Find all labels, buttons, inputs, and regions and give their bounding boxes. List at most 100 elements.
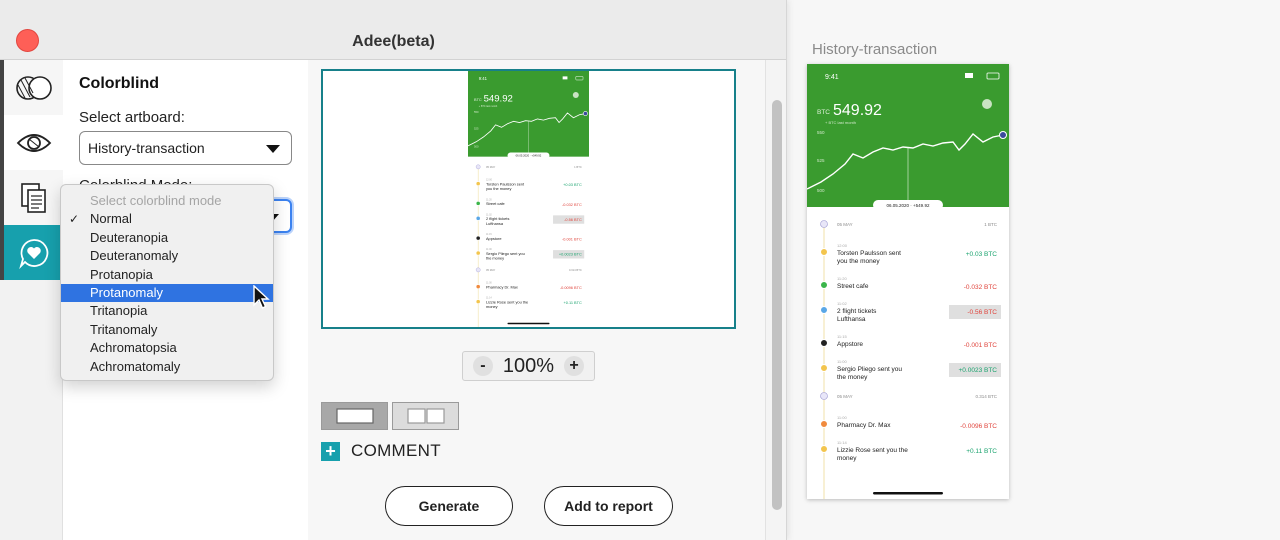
balance-amount: 549.92 xyxy=(833,102,882,119)
title-bar: Adee(beta) xyxy=(0,0,786,60)
chart-tooltip-label: 06.05.2020 · +549.92 xyxy=(516,154,542,158)
date-total: 0.314 BTC xyxy=(975,394,997,399)
status-time: 9:41 xyxy=(479,76,488,81)
transaction-title: Street cafe xyxy=(837,283,869,290)
zoom-in-button[interactable]: + xyxy=(564,356,585,376)
menu-option-label: Achromatomaly xyxy=(90,358,181,374)
home-indicator xyxy=(507,322,550,325)
date-total: 1 BTC xyxy=(984,222,998,227)
transaction-dot xyxy=(475,200,481,206)
transaction-title-2: the money xyxy=(837,374,868,381)
transaction-title-2: Lufthansa xyxy=(486,221,504,226)
menu-option-deuteranomaly[interactable]: Deuteranomaly xyxy=(61,247,273,265)
checkmark-icon: ✓ xyxy=(69,212,80,227)
transaction-dot xyxy=(820,364,828,372)
generate-button[interactable]: Generate xyxy=(385,486,513,526)
artboard-label: Select artboard: xyxy=(79,109,185,126)
menu-option-deuteranopia[interactable]: Deuteranopia xyxy=(61,229,273,247)
transaction-time: 11:00 xyxy=(837,359,847,364)
artboard-select-value: History-transaction xyxy=(88,140,205,156)
menu-option-achromatopsia[interactable]: Achromatopsia xyxy=(61,339,273,357)
transaction-dot xyxy=(475,181,481,187)
y-tick-label: 550 xyxy=(474,110,479,114)
menu-option-label: Tritanopia xyxy=(90,303,148,319)
documents-icon xyxy=(20,182,46,213)
transaction-title-2: money xyxy=(486,304,498,309)
add-comment-button[interactable]: + COMMENT xyxy=(321,440,441,462)
single-frame-icon xyxy=(335,408,374,424)
single-view-button[interactable] xyxy=(321,402,388,430)
transaction-title-2: you the money xyxy=(486,186,511,191)
transaction-amount: +0.0023 BTC xyxy=(959,367,998,374)
transaction-amount: -0.001 BTC xyxy=(562,237,582,242)
transaction-amount: +0.11 BTC xyxy=(966,448,997,455)
vertical-scrollbar[interactable] xyxy=(765,60,786,540)
menu-option-label: Normal xyxy=(90,211,132,227)
transaction-title: Pharmacy Dr. Max xyxy=(837,422,891,429)
signal-icon xyxy=(562,76,568,80)
menu-option-protanomaly[interactable]: Protanomaly xyxy=(61,283,273,303)
rail-item-report[interactable] xyxy=(4,170,63,225)
transaction-amount: +0.03 BTC xyxy=(966,251,998,258)
menu-option-protanopia[interactable]: Protanopia xyxy=(61,266,273,284)
split-view-button[interactable] xyxy=(392,402,459,430)
transaction-amount: +0.11 BTC xyxy=(563,300,582,305)
zoom-out-button[interactable]: - xyxy=(472,356,493,376)
menu-placeholder: Select colorblind mode xyxy=(90,193,222,208)
comment-label: COMMENT xyxy=(351,441,441,460)
date-label: 05 MAY xyxy=(486,165,496,169)
y-tick-label: 550 xyxy=(817,130,825,135)
menu-option-achromatomaly[interactable]: Achromatomaly xyxy=(61,358,273,376)
menu-option-tritanomaly[interactable]: Tritanomaly xyxy=(61,321,273,339)
phone-screen: 9:41 BTC 549.92+ BTC last month550 525 500 06… xyxy=(807,64,1009,499)
y-tick-label: 525 xyxy=(474,127,479,131)
transaction-title-2: Lufthansa xyxy=(837,316,866,323)
artboard-history-transaction[interactable]: 9:41 BTC 549.92 + BTC last month 550 525 500 06… xyxy=(807,64,1009,499)
panel-heading: Colorblind xyxy=(79,75,159,92)
transaction-title-2: the money xyxy=(486,256,504,261)
transaction-dot xyxy=(475,235,481,241)
transaction-dot xyxy=(820,445,828,453)
menu-option-tritanopia[interactable]: Tritanopia xyxy=(61,302,273,320)
balance-currency: BTC xyxy=(817,109,830,116)
transaction-title: Street cafe xyxy=(486,201,505,206)
transaction-dot xyxy=(820,306,828,314)
phone-preview-small: 9:41 BTC 549.92 + BTC last month 550 525 500 06… xyxy=(468,71,589,327)
chevron-down-icon xyxy=(266,145,280,153)
transaction-time: 11:00 xyxy=(837,415,847,420)
transaction-dot xyxy=(475,284,481,290)
transaction-title: Pharmacy Dr. Max xyxy=(486,284,518,289)
window-title: Adee(beta) xyxy=(352,33,435,50)
scrollbar-thumb[interactable] xyxy=(772,100,782,510)
transaction-title-2: money xyxy=(837,455,857,462)
artboard-preview[interactable]: 9:41 BTC 549.92 + BTC last month 550 525 500 06… xyxy=(321,69,736,329)
eye-icon xyxy=(16,133,51,152)
date-marker xyxy=(475,164,481,170)
menu-option-label: Deuteranomaly xyxy=(90,248,179,264)
transaction-time: 12:00 xyxy=(837,243,848,248)
rail-item-feedback[interactable] xyxy=(4,225,63,280)
transaction-amount: -0.0096 BTC xyxy=(960,423,997,430)
menu-option-normal[interactable]: ✓ Normal xyxy=(61,210,273,228)
transaction-amount: -0.56 BTC xyxy=(967,309,997,316)
add-to-report-button[interactable]: Add to report xyxy=(544,486,673,526)
transaction-title: 2 flight tickets xyxy=(837,308,877,315)
artboard-select[interactable]: History-transaction xyxy=(79,131,292,165)
transaction-amount: -0.0096 BTC xyxy=(560,285,582,290)
rail-item-color-circles[interactable] xyxy=(4,60,63,115)
colorblind-mode-menu: Select colorblind mode ✓ Normal Deuteranop… xyxy=(60,184,274,381)
transaction-time: 11:20 xyxy=(837,276,847,281)
menu-option-label: Protanomaly xyxy=(90,284,163,300)
chart-marker xyxy=(583,111,588,116)
menu-option-label: Tritanomaly xyxy=(90,321,158,337)
menu-option-label: Deuteranopia xyxy=(90,229,169,245)
overlapping-circles-icon xyxy=(15,75,52,100)
date-label: 05 MAY xyxy=(486,268,496,272)
y-tick-label: 500 xyxy=(474,145,479,149)
balance-subtitle: + BTC last month xyxy=(825,120,856,125)
chart-marker xyxy=(999,131,1007,139)
date-label: 05 MAY xyxy=(837,394,853,399)
rail-item-colorblind[interactable] xyxy=(4,115,63,170)
transaction-dot xyxy=(475,250,481,256)
transaction-dot xyxy=(820,281,828,289)
